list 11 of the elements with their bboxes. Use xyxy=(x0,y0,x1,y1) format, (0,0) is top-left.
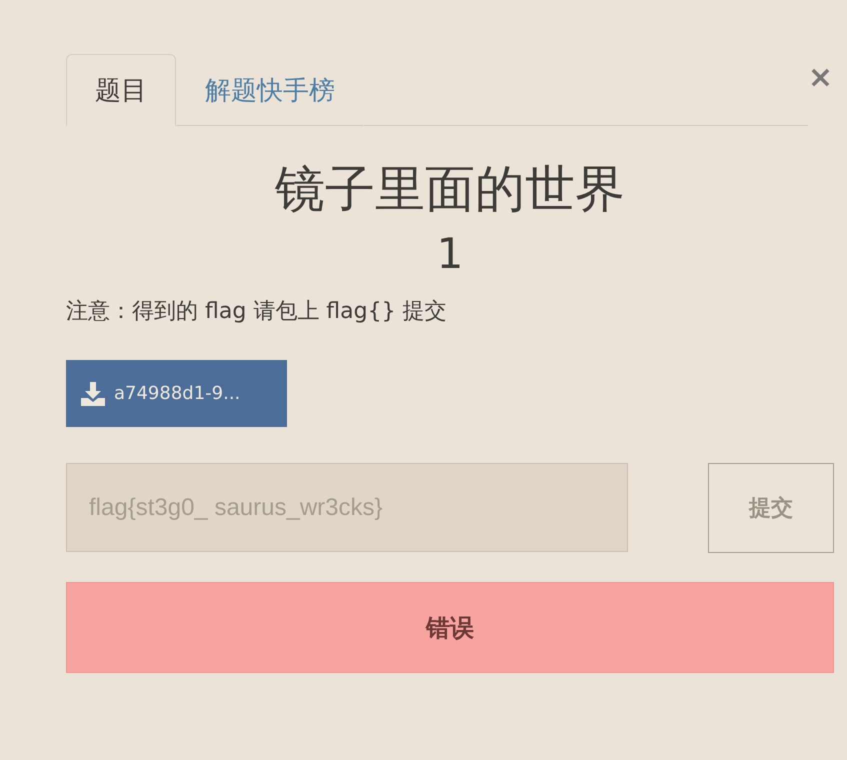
challenge-title: 镜子里面的世界 xyxy=(274,159,626,220)
submit-button[interactable]: 提交 xyxy=(708,463,834,553)
tab[interactable]: 题目 xyxy=(66,54,176,126)
note-text: 注意：得到的 flag 请包上 flag{} 提交 xyxy=(66,298,448,326)
result-alert: 错误 xyxy=(66,582,834,673)
tab[interactable]: 解题快手榜 xyxy=(176,54,364,126)
challenge-points: 1 xyxy=(436,228,464,280)
close-button[interactable]: × xyxy=(808,60,833,95)
download-icon xyxy=(80,380,106,406)
download-button[interactable]: a74988d1-9... xyxy=(66,360,287,427)
flag-input[interactable]: flag{st3g0_ saurus_wr3cks} xyxy=(66,463,628,552)
